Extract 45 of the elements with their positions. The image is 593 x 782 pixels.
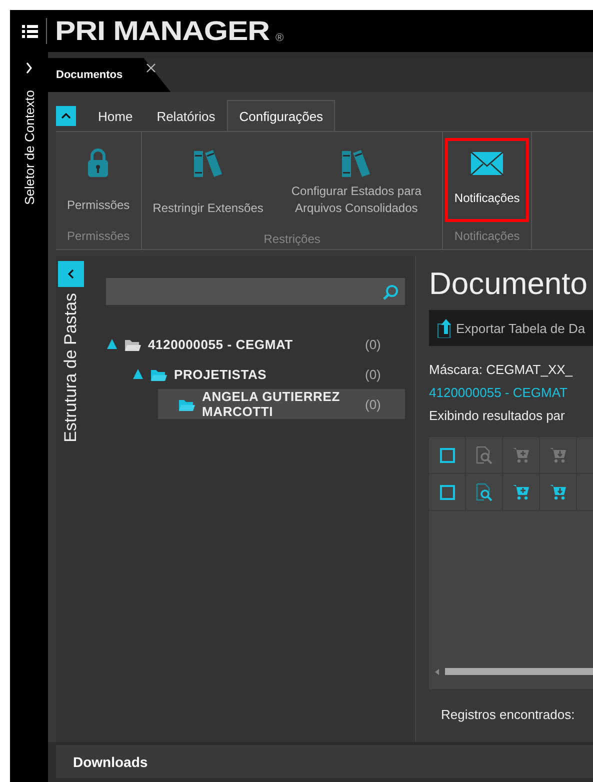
chevron-icon[interactable]: [24, 62, 34, 74]
ribbon-tab[interactable]: Home: [86, 100, 145, 131]
menu-icon[interactable]: [22, 24, 38, 38]
expand-triangle-icon: [106, 338, 118, 350]
ribbon-button[interactable]: Notificações: [445, 138, 529, 222]
ribbon-tab[interactable]: Configurações: [227, 100, 336, 131]
collapse-ribbon-button[interactable]: [56, 106, 76, 126]
registered-mark: ®: [276, 32, 284, 44]
document-tab[interactable]: Documentos: [48, 58, 171, 92]
row-checkbox[interactable]: [440, 448, 454, 462]
page-title: Documento: [429, 266, 589, 303]
ribbon-button[interactable]: Restringir Extensões: [144, 136, 272, 232]
envelope-icon: [470, 148, 504, 177]
group-label: Notificações: [453, 229, 521, 245]
row-checkbox[interactable]: [440, 484, 454, 500]
logo-text: PRI MANAGER: [55, 16, 270, 46]
downloads-bar[interactable]: Downloads: [56, 742, 593, 778]
group-label: Restrições: [262, 232, 322, 248]
search-field[interactable]: [106, 278, 405, 305]
panel-title: Estrutura de Pastas: [61, 293, 81, 442]
mask-text: Máscara: CEGMAT_XX_: [429, 361, 574, 379]
results-text: Exibindo resultados par: [429, 407, 566, 425]
upload-icon: [437, 318, 452, 338]
ribbon-tab[interactable]: Relatórios: [144, 100, 228, 131]
tree-item[interactable]: PROJETISTAS (0): [132, 359, 405, 389]
close-icon[interactable]: [146, 63, 156, 73]
scroll-left-icon: [435, 668, 439, 674]
ribbon-button[interactable]: Permissões: [58, 136, 139, 229]
books-icon: [192, 148, 224, 178]
tree-item[interactable]: ANGELA GUTIERREZ MARCOTTI (0): [158, 389, 405, 419]
search-icon: [383, 284, 399, 300]
cart-download-icon[interactable]: [549, 483, 567, 501]
context-selector-label[interactable]: Seletor de Contexto: [22, 90, 36, 205]
cart-add-icon[interactable]: [512, 483, 530, 501]
collapse-panel-button[interactable]: [58, 261, 84, 287]
ribbon-button[interactable]: Configurar Estados para Arquivos Consolidados: [272, 136, 440, 232]
caret-icon: [61, 112, 71, 120]
expand-triangle-icon: [132, 368, 144, 380]
folder-path-text: 4120000055 - CEGMAT: [429, 384, 568, 402]
chevron-icon: [67, 269, 75, 279]
records-found-label: Registros encontrados:: [440, 707, 576, 722]
books-icon: [340, 148, 372, 178]
group-label: Permissões: [66, 229, 131, 245]
document-search-icon[interactable]: [475, 483, 493, 501]
tree-item[interactable]: 4120000055 - CEGMAT (0): [106, 329, 405, 359]
